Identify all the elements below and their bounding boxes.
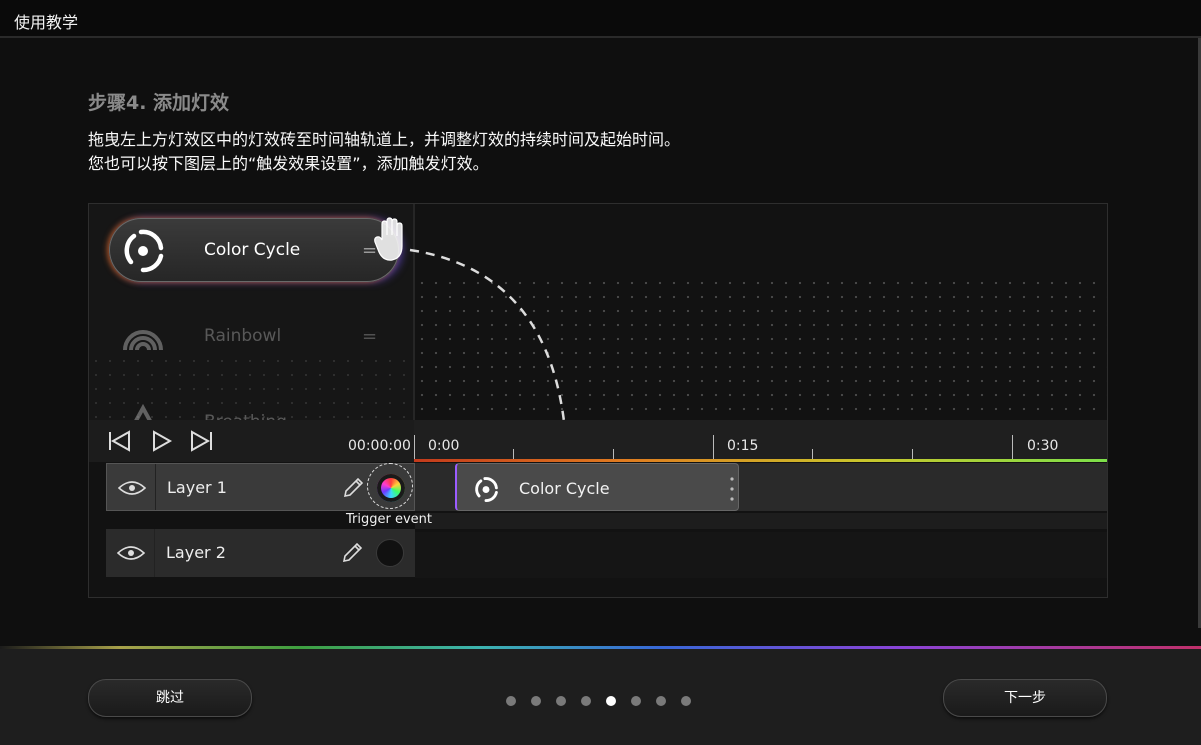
effect-tile-rainbow[interactable]: Rainbowl = bbox=[109, 304, 399, 368]
ruler-tick bbox=[812, 449, 813, 459]
ruler-tick bbox=[1012, 435, 1013, 459]
page-dot[interactable] bbox=[556, 696, 566, 706]
next-step-button[interactable]: 下一步 bbox=[943, 679, 1107, 717]
color-cycle-icon bbox=[124, 229, 164, 273]
ruler-tick bbox=[414, 435, 415, 459]
page-dot[interactable] bbox=[506, 696, 516, 706]
page-indicator bbox=[506, 696, 706, 706]
ruler-tick-label: 0:30 bbox=[1027, 438, 1059, 454]
page-dot[interactable] bbox=[581, 696, 591, 706]
ruler-tick bbox=[613, 449, 614, 459]
page-dot[interactable] bbox=[531, 696, 541, 706]
ruler-tick bbox=[513, 449, 514, 459]
ruler-tick-label: 0:00 bbox=[428, 438, 460, 454]
effect-block-color-cycle[interactable]: Color Cycle bbox=[455, 463, 739, 511]
current-timecode: 00:00:00 bbox=[348, 438, 411, 454]
pencil-icon[interactable] bbox=[341, 476, 365, 500]
effects-panel: Color Cycle = Rainbowl = Breathing = bbox=[89, 204, 413, 433]
ruler-tick bbox=[912, 449, 913, 459]
effect-tile-color-cycle[interactable]: Color Cycle = bbox=[109, 218, 399, 282]
ruler-tick-label: 0:15 bbox=[727, 438, 759, 454]
trigger-effect-button[interactable] bbox=[376, 539, 404, 567]
layer-name: Layer 2 bbox=[166, 543, 226, 562]
page-dot[interactable] bbox=[631, 696, 641, 706]
timeline-ruler[interactable]: 0:00 0:15 0:30 bbox=[414, 420, 1107, 462]
visibility-toggle[interactable] bbox=[106, 529, 155, 577]
layer-2-track[interactable] bbox=[415, 532, 1107, 578]
page-dot[interactable] bbox=[606, 696, 616, 706]
skip-back-icon[interactable] bbox=[107, 430, 133, 452]
trigger-event-label: Trigger event bbox=[346, 512, 432, 527]
step-description-line: 您也可以按下图层上的“触发效果设置”，添加触发灯效。 bbox=[88, 154, 489, 173]
step-description-line: 拖曳左上方灯效区中的灯效砖至时间轴轨道上，并调整灯效的持续时间及起始时间。 bbox=[88, 130, 681, 149]
window-title: 使用教学 bbox=[14, 13, 79, 32]
hand-cursor-icon bbox=[374, 217, 403, 261]
ruler-tick bbox=[713, 435, 714, 459]
page-dot[interactable] bbox=[681, 696, 691, 706]
color-cycle-icon bbox=[475, 477, 498, 502]
pencil-icon[interactable] bbox=[340, 541, 364, 565]
eye-icon bbox=[118, 481, 146, 495]
title-bar: 使用教学 bbox=[0, 0, 1201, 38]
drag-handle-icon[interactable]: = bbox=[362, 326, 377, 347]
playhead-progress-line bbox=[414, 459, 1107, 462]
rainbow-icon bbox=[123, 330, 163, 351]
layer-row-2[interactable]: Layer 2 bbox=[106, 529, 415, 577]
layer-1-track-gap bbox=[415, 513, 1107, 529]
tutorial-illustration: Color Cycle = Rainbowl = Breathing = bbox=[88, 203, 1108, 598]
layer-name: Layer 1 bbox=[167, 478, 227, 497]
skip-button[interactable]: 跳过 bbox=[88, 679, 252, 717]
effect-tile-label: Rainbowl bbox=[204, 326, 282, 346]
visibility-toggle[interactable] bbox=[107, 464, 156, 510]
skip-forward-icon[interactable] bbox=[188, 430, 214, 452]
effect-block-label: Color Cycle bbox=[519, 479, 610, 498]
footer-bar: 跳过 下一步 bbox=[0, 649, 1201, 745]
step-description: 拖曳左上方灯效区中的灯效砖至时间轴轨道上，并调整灯效的持续时间及起始时间。 您也… bbox=[88, 128, 680, 176]
page-dot[interactable] bbox=[656, 696, 666, 706]
play-icon[interactable] bbox=[149, 430, 175, 452]
step-title: 步骤4. 添加灯效 bbox=[88, 92, 230, 114]
effect-tile-label: Color Cycle bbox=[204, 240, 301, 260]
timeline-transport-bar: 00:00:00 0:00 0:15 0:30 bbox=[89, 420, 1107, 462]
trigger-highlight-ring bbox=[367, 463, 413, 509]
resize-handle-icon[interactable] bbox=[730, 475, 734, 503]
eye-icon bbox=[117, 546, 145, 560]
